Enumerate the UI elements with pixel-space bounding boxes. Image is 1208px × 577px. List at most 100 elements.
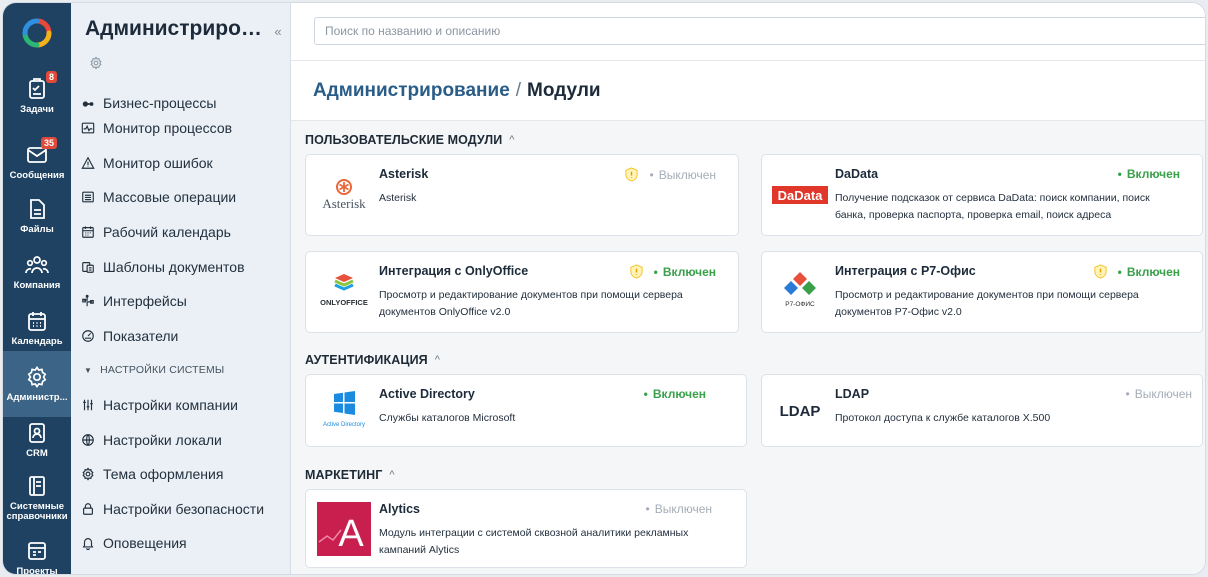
- sidebar-item-business-processes[interactable]: Бизнес-процессы: [71, 85, 291, 111]
- shield-warning-icon: [625, 167, 639, 182]
- module-title: Интеграция с OnlyOffice: [379, 264, 529, 278]
- module-status[interactable]: • Включен: [1118, 167, 1180, 181]
- module-status[interactable]: • Включен: [644, 387, 706, 401]
- module-title: LDAP: [835, 387, 870, 401]
- module-description: Получение подсказок от сервиса DaData: п…: [835, 192, 1150, 221]
- module-status[interactable]: • Включен: [1093, 264, 1180, 279]
- status-label: Выключен: [658, 167, 716, 182]
- module-title: Active Directory: [379, 387, 475, 401]
- page-header: Администрирование / Модули: [291, 61, 1205, 121]
- rail-label: Сообщения: [9, 170, 65, 181]
- onlyoffice-logo: ONLYOFFICE: [316, 268, 372, 312]
- chevron-up-icon: ^: [434, 354, 441, 366]
- rail-item-projects[interactable]: Проекты: [3, 525, 71, 574]
- module-description: Модуль интеграции с системой сквозной ан…: [379, 527, 689, 556]
- search-input[interactable]: [314, 17, 1205, 45]
- list-icon: [82, 192, 94, 203]
- sidebar-item-label: Настройки безопасности: [103, 500, 265, 517]
- sliders-icon: [83, 399, 93, 411]
- module-status[interactable]: • Включен: [629, 264, 716, 279]
- chevron-up-icon: ^: [389, 469, 395, 481]
- rail-label: Файлы: [20, 224, 54, 235]
- sidebar-item-label: Интерфейсы: [103, 293, 187, 310]
- section-authentication[interactable]: АУТЕНТИФИКАЦИЯ ^: [305, 353, 440, 367]
- sidebar-item-company-settings[interactable]: Настройки компании: [71, 388, 291, 423]
- active-directory-logo-text: Active Directory: [323, 422, 365, 428]
- calendar-icon: [82, 226, 94, 238]
- search-bar: [291, 3, 1205, 61]
- module-description: Просмотр и редактирование документов при…: [835, 289, 1139, 318]
- breadcrumb-link-admin[interactable]: Администрирование: [313, 80, 510, 102]
- module-card-alytics[interactable]: A Alytics Модуль интеграции с системой с…: [305, 489, 747, 568]
- sidebar-item-label: Массовые операции: [103, 189, 237, 206]
- gear-icon: [90, 56, 102, 70]
- module-status[interactable]: • Выключен: [645, 502, 712, 516]
- status-dot: •: [643, 387, 648, 401]
- sidebar-item-bulk-operations[interactable]: Массовые операции: [71, 180, 291, 215]
- page-title: Модули: [527, 80, 601, 101]
- asterisk-logo-text: Asterisk: [322, 196, 366, 211]
- module-title: Alytics: [379, 502, 420, 516]
- interface-icon: [82, 295, 94, 307]
- messages-badge: 35: [40, 137, 57, 149]
- rail-item-directories[interactable]: Системные справочники: [3, 465, 71, 531]
- sidebar-section-system[interactable]: ▼ НАСТРОЙКИ СИСТЕМЫ: [71, 353, 291, 388]
- status-label: Включен: [652, 387, 706, 401]
- breadcrumb-separator: /: [515, 80, 522, 101]
- section-title: АУТЕНТИФИКАЦИЯ: [305, 353, 428, 367]
- sidebar: Администрирование « Бизнес-процессы Мони…: [71, 3, 291, 574]
- module-description: Просмотр и редактирование документов при…: [379, 289, 683, 318]
- sidebar-item-security-settings[interactable]: Настройки безопасности: [71, 492, 291, 527]
- company-icon: [25, 256, 49, 274]
- sidebar-item-label: Настройки компании: [103, 397, 238, 414]
- crm-icon: [29, 423, 45, 443]
- module-description: Asterisk: [379, 192, 417, 204]
- sidebar-item-work-calendar[interactable]: Рабочий календарь: [71, 215, 291, 250]
- sidebar-item-error-monitor[interactable]: Монитор ошибок: [71, 146, 291, 181]
- ldap-logo: LDAP: [772, 389, 828, 433]
- sidebar-item-interfaces[interactable]: Интерфейсы: [71, 284, 291, 319]
- dadata-logo: DaData: [772, 173, 828, 217]
- module-card-r7[interactable]: Р7-ОФИС Интеграция с Р7-Офис Просмотр и …: [761, 251, 1203, 333]
- status-dot: •: [645, 502, 650, 516]
- asterisk-logo: Asterisk: [316, 173, 372, 217]
- sidebar-settings-button[interactable]: [89, 56, 103, 75]
- section-marketing[interactable]: МАРКЕТИНГ ^: [305, 468, 395, 482]
- module-status[interactable]: • Выключен: [1125, 387, 1192, 401]
- workflow-icon: [82, 101, 94, 107]
- status-dot: •: [649, 167, 654, 182]
- module-card-dadata[interactable]: DaData DaData Получение подсказок от сер…: [761, 154, 1203, 236]
- module-status[interactable]: • Выключен: [624, 167, 716, 182]
- rail-item-tasks[interactable]: 8 Задачи: [3, 63, 71, 129]
- main-content: Администрирование / Модули ПОЛЬЗОВАТЕЛЬС…: [291, 3, 1205, 574]
- r7-logo-text: Р7-ОФИС: [785, 301, 815, 308]
- section-custom-modules[interactable]: ПОЛЬЗОВАТЕЛЬСКИЕ МОДУЛИ ^: [305, 133, 515, 147]
- tasks-badge: 8: [45, 71, 57, 83]
- sidebar-item-label: Настройки локали: [103, 431, 222, 448]
- chevron-up-icon: ^: [509, 134, 515, 146]
- files-icon: [30, 199, 45, 219]
- rail-item-crm[interactable]: CRM: [3, 407, 71, 473]
- rail-label: Задачи: [20, 104, 54, 115]
- sidebar-item-locale-settings[interactable]: Настройки локали: [71, 422, 291, 457]
- module-card-onlyoffice[interactable]: ONLYOFFICE Интеграция с OnlyOffice Просм…: [305, 251, 739, 333]
- calendar-icon: [28, 312, 46, 331]
- module-card-active-directory[interactable]: Active Directory Active Directory Службы…: [305, 374, 747, 447]
- sidebar-item-indicators[interactable]: Показатели: [71, 319, 291, 354]
- sidebar-item-document-templates[interactable]: Шаблоны документов: [71, 249, 291, 284]
- active-directory-logo: Active Directory: [316, 389, 372, 433]
- globe-icon: [82, 433, 94, 446]
- sidebar-item-notifications[interactable]: Оповещения: [71, 526, 291, 561]
- module-card-ldap[interactable]: LDAP LDAP Протокол доступа к службе ката…: [761, 374, 1203, 447]
- sidebar-item-process-monitor[interactable]: Монитор процессов: [71, 111, 291, 146]
- module-title: Asterisk: [379, 167, 429, 181]
- status-label: Включен: [1126, 264, 1180, 279]
- sidebar-item-label: Монитор ошибок: [103, 154, 213, 171]
- status-label: Включен: [662, 264, 716, 279]
- collapse-sidebar-button[interactable]: «: [269, 22, 287, 40]
- sidebar-item-theme[interactable]: Тема оформления: [71, 457, 291, 492]
- ldap-logo-text: LDAP: [779, 402, 821, 420]
- module-card-asterisk[interactable]: Asterisk Asterisk Asterisk • Выключен: [305, 154, 739, 236]
- app-logo[interactable]: [3, 3, 71, 63]
- module-title: DaData: [835, 167, 879, 181]
